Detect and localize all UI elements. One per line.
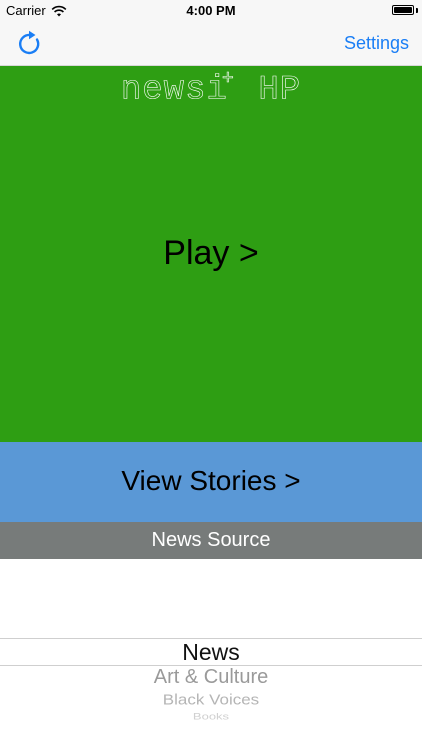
- picker-item[interactable]: Art & Culture: [0, 666, 422, 689]
- app-title-suffix: HP: [258, 71, 302, 110]
- play-label: Play >: [163, 234, 259, 272]
- status-bar: Carrier 4:00 PM: [0, 0, 422, 22]
- refresh-button[interactable]: [16, 30, 44, 58]
- picker-item[interactable]: Black Voices: [0, 692, 422, 709]
- view-stories-label: View Stories >: [121, 465, 301, 496]
- battery-icon: [392, 5, 414, 15]
- news-source-header-label: News Source: [151, 529, 271, 551]
- status-time: 4:00 PM: [186, 3, 236, 18]
- news-source-picker[interactable]: News Art & Culture Black Voices Books: [0, 559, 422, 750]
- view-stories-button[interactable]: View Stories >: [0, 442, 422, 522]
- picker-item-selected[interactable]: News: [0, 639, 422, 666]
- battery-level: [394, 7, 412, 13]
- settings-button[interactable]: Settings: [344, 33, 409, 54]
- refresh-icon: [19, 30, 40, 55]
- app-title-superscript: +: [221, 68, 235, 92]
- app-title: newsi+ HP: [0, 68, 422, 110]
- picker-item[interactable]: Books: [0, 711, 422, 722]
- nav-bar: Settings: [0, 22, 422, 66]
- news-source-header: News Source: [0, 522, 422, 559]
- app-title-text: newsi: [120, 71, 228, 110]
- battery-nub: [416, 8, 418, 13]
- play-button[interactable]: newsi+ HP Play >: [0, 66, 422, 442]
